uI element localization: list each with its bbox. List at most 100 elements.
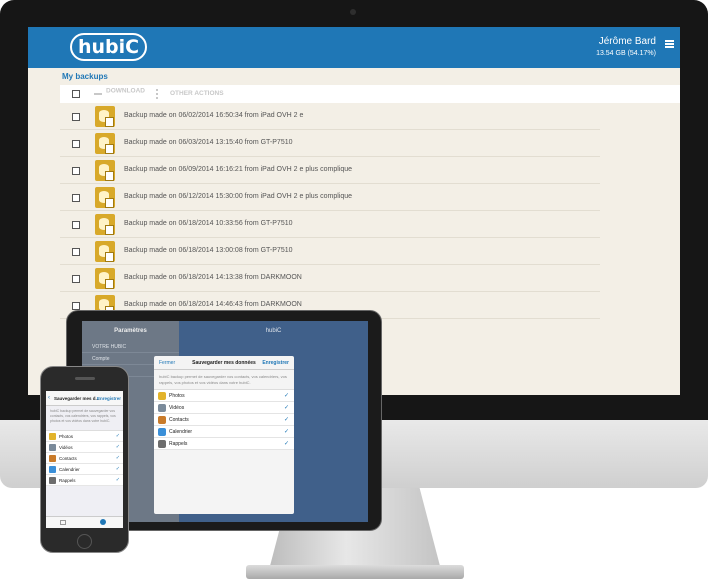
backup-file-icon	[95, 160, 115, 181]
row-checkbox[interactable]	[72, 248, 80, 256]
backup-list: Backup made on 06/02/2014 16:50:34 from …	[60, 103, 600, 319]
videos-icon	[49, 444, 56, 451]
photos-icon	[49, 433, 56, 440]
backup-type-label: Photos	[169, 393, 185, 399]
save-button[interactable]: Enregistrer	[262, 360, 289, 366]
checkmark-icon: ✓	[283, 405, 289, 411]
menu-icon[interactable]	[665, 40, 674, 48]
home-button[interactable]	[77, 534, 92, 549]
backup-type-item[interactable]: Contacts ✓	[154, 414, 294, 426]
ipad-app-title: hubiC	[265, 328, 282, 334]
row-checkbox[interactable]	[72, 167, 80, 175]
checkmark-icon: ✓	[115, 477, 120, 483]
backup-name[interactable]: Backup made on 06/12/2014 15:30:00 from …	[124, 193, 352, 200]
backup-type-item[interactable]: Calendrier ✓	[154, 426, 294, 438]
backup-type-item[interactable]: Photos ✓	[154, 390, 294, 402]
backup-type-label: Calendrier	[169, 429, 193, 435]
other-actions-button[interactable]: OTHER ACTIONS	[170, 90, 224, 97]
settings-title: Paramètres	[114, 328, 147, 334]
backup-row[interactable]: Backup made on 06/02/2014 16:50:34 from …	[60, 103, 600, 130]
backup-type-label: Vidéos	[59, 445, 73, 450]
modal-description: hubiC backup permet de sauvegarder vos c…	[159, 374, 287, 385]
toolbar: DOWNLOAD OTHER ACTIONS	[60, 85, 680, 103]
row-checkbox[interactable]	[72, 140, 80, 148]
backup-type-item[interactable]: Rappels ✓	[154, 438, 294, 450]
backup-row[interactable]: Backup made on 06/18/2014 14:13:38 from …	[60, 265, 600, 292]
backup-file-icon	[95, 133, 115, 154]
download-button[interactable]: DOWNLOAD	[94, 87, 145, 95]
imac-base	[246, 565, 464, 579]
backup-type-label: Contacts	[169, 417, 189, 423]
iphone-backup-types-list: Photos ✓ Vidéos ✓ Contacts ✓ Calendrier ✓ Rappel…	[46, 430, 123, 486]
reminders-icon	[49, 477, 56, 484]
backup-file-icon	[95, 187, 115, 208]
row-checkbox[interactable]	[72, 302, 80, 310]
imac-camera	[350, 9, 356, 15]
reminders-icon	[158, 440, 166, 448]
iphone-tab-bar	[46, 516, 123, 528]
row-checkbox[interactable]	[72, 194, 80, 202]
backup-row[interactable]: Backup made on 06/03/2014 13:15:40 from …	[60, 130, 600, 157]
backup-name[interactable]: Backup made on 06/02/2014 16:50:34 from …	[124, 112, 303, 119]
backup-row[interactable]: Backup made on 06/18/2014 10:33:56 from …	[60, 211, 600, 238]
backup-row[interactable]: Backup made on 06/09/2014 16:16:21 from …	[60, 157, 600, 184]
settings-section: VOTRE HUBIC	[82, 341, 179, 353]
backup-type-item[interactable]: Contacts ✓	[46, 453, 123, 464]
checkmark-icon: ✓	[115, 466, 120, 472]
backup-file-icon	[95, 106, 115, 127]
backup-types-list: Photos ✓ Vidéos ✓ Contacts ✓ Calendrier ✓ Rappel…	[154, 389, 294, 450]
backup-type-item[interactable]: Vidéos ✓	[154, 402, 294, 414]
back-chevron-icon[interactable]: ‹	[48, 391, 50, 406]
iphone-screen: ‹ Sauvegarder mes d... Enregistrer hubiC…	[46, 391, 123, 528]
backup-file-icon	[95, 214, 115, 235]
backup-type-item[interactable]: Calendrier ✓	[46, 464, 123, 475]
backup-type-label: Photos	[59, 434, 74, 439]
backup-type-label: Vidéos	[169, 405, 185, 411]
user-name: Jérôme Bard	[598, 36, 656, 47]
settings-tab-icon[interactable]	[100, 519, 106, 525]
checkmark-icon: ✓	[115, 433, 120, 439]
videos-icon	[158, 404, 166, 412]
breadcrumb[interactable]: My backups	[62, 72, 108, 81]
backup-type-label: Rappels	[59, 478, 76, 483]
backup-type-item[interactable]: Photos ✓	[46, 431, 123, 442]
row-checkbox[interactable]	[72, 113, 80, 121]
backup-name[interactable]: Backup made on 06/18/2014 13:00:08 from …	[124, 247, 293, 254]
iphone-save-button[interactable]: Enregistrer	[97, 391, 121, 406]
backup-type-label: Calendrier	[59, 467, 80, 472]
iphone-nav-bar: ‹ Sauvegarder mes d... Enregistrer	[46, 391, 123, 406]
backup-file-icon	[95, 268, 115, 289]
iphone-title: Sauvegarder mes d...	[54, 396, 100, 401]
files-tab-icon[interactable]	[60, 520, 66, 525]
backup-settings-modal: Fermer Sauvegarder mes données Enregistr…	[154, 356, 294, 514]
hubic-logo[interactable]: hubiC	[70, 33, 148, 61]
backup-name[interactable]: Backup made on 06/03/2014 13:15:40 from …	[124, 139, 293, 146]
storage-quota: 13.54 GB (54.17%)	[596, 50, 656, 57]
backup-type-item[interactable]: Rappels ✓	[46, 475, 123, 486]
row-checkbox[interactable]	[72, 221, 80, 229]
download-label: DOWNLOAD	[106, 87, 145, 95]
backup-name[interactable]: Backup made on 06/18/2014 14:46:43 from …	[124, 301, 302, 308]
backup-name[interactable]: Backup made on 06/18/2014 10:33:56 from …	[124, 220, 293, 227]
select-all-checkbox[interactable]	[72, 90, 80, 98]
download-icon	[94, 87, 102, 95]
checkmark-icon: ✓	[115, 444, 120, 450]
backup-type-label: Rappels	[169, 441, 188, 447]
user-account[interactable]: Jérôme Bard 13.54 GB (54.17%)	[596, 36, 656, 57]
backup-row[interactable]: Backup made on 06/12/2014 15:30:00 from …	[60, 184, 600, 211]
backup-file-icon	[95, 241, 115, 262]
more-actions-icon	[156, 89, 158, 99]
checkmark-icon: ✓	[283, 417, 289, 423]
backup-row[interactable]: Backup made on 06/18/2014 13:00:08 from …	[60, 238, 600, 265]
backup-type-item[interactable]: Vidéos ✓	[46, 442, 123, 453]
modal-header: Fermer Sauvegarder mes données Enregistr…	[154, 356, 294, 370]
backup-name[interactable]: Backup made on 06/18/2014 14:13:38 from …	[124, 274, 302, 281]
checkmark-icon: ✓	[115, 455, 120, 461]
checkmark-icon: ✓	[283, 441, 289, 447]
backup-type-label: Contacts	[59, 456, 77, 461]
contacts-icon	[158, 416, 166, 424]
row-checkbox[interactable]	[72, 275, 80, 283]
backup-name[interactable]: Backup made on 06/09/2014 16:16:21 from …	[124, 166, 352, 173]
checkmark-icon: ✓	[283, 393, 289, 399]
photos-icon	[158, 392, 166, 400]
